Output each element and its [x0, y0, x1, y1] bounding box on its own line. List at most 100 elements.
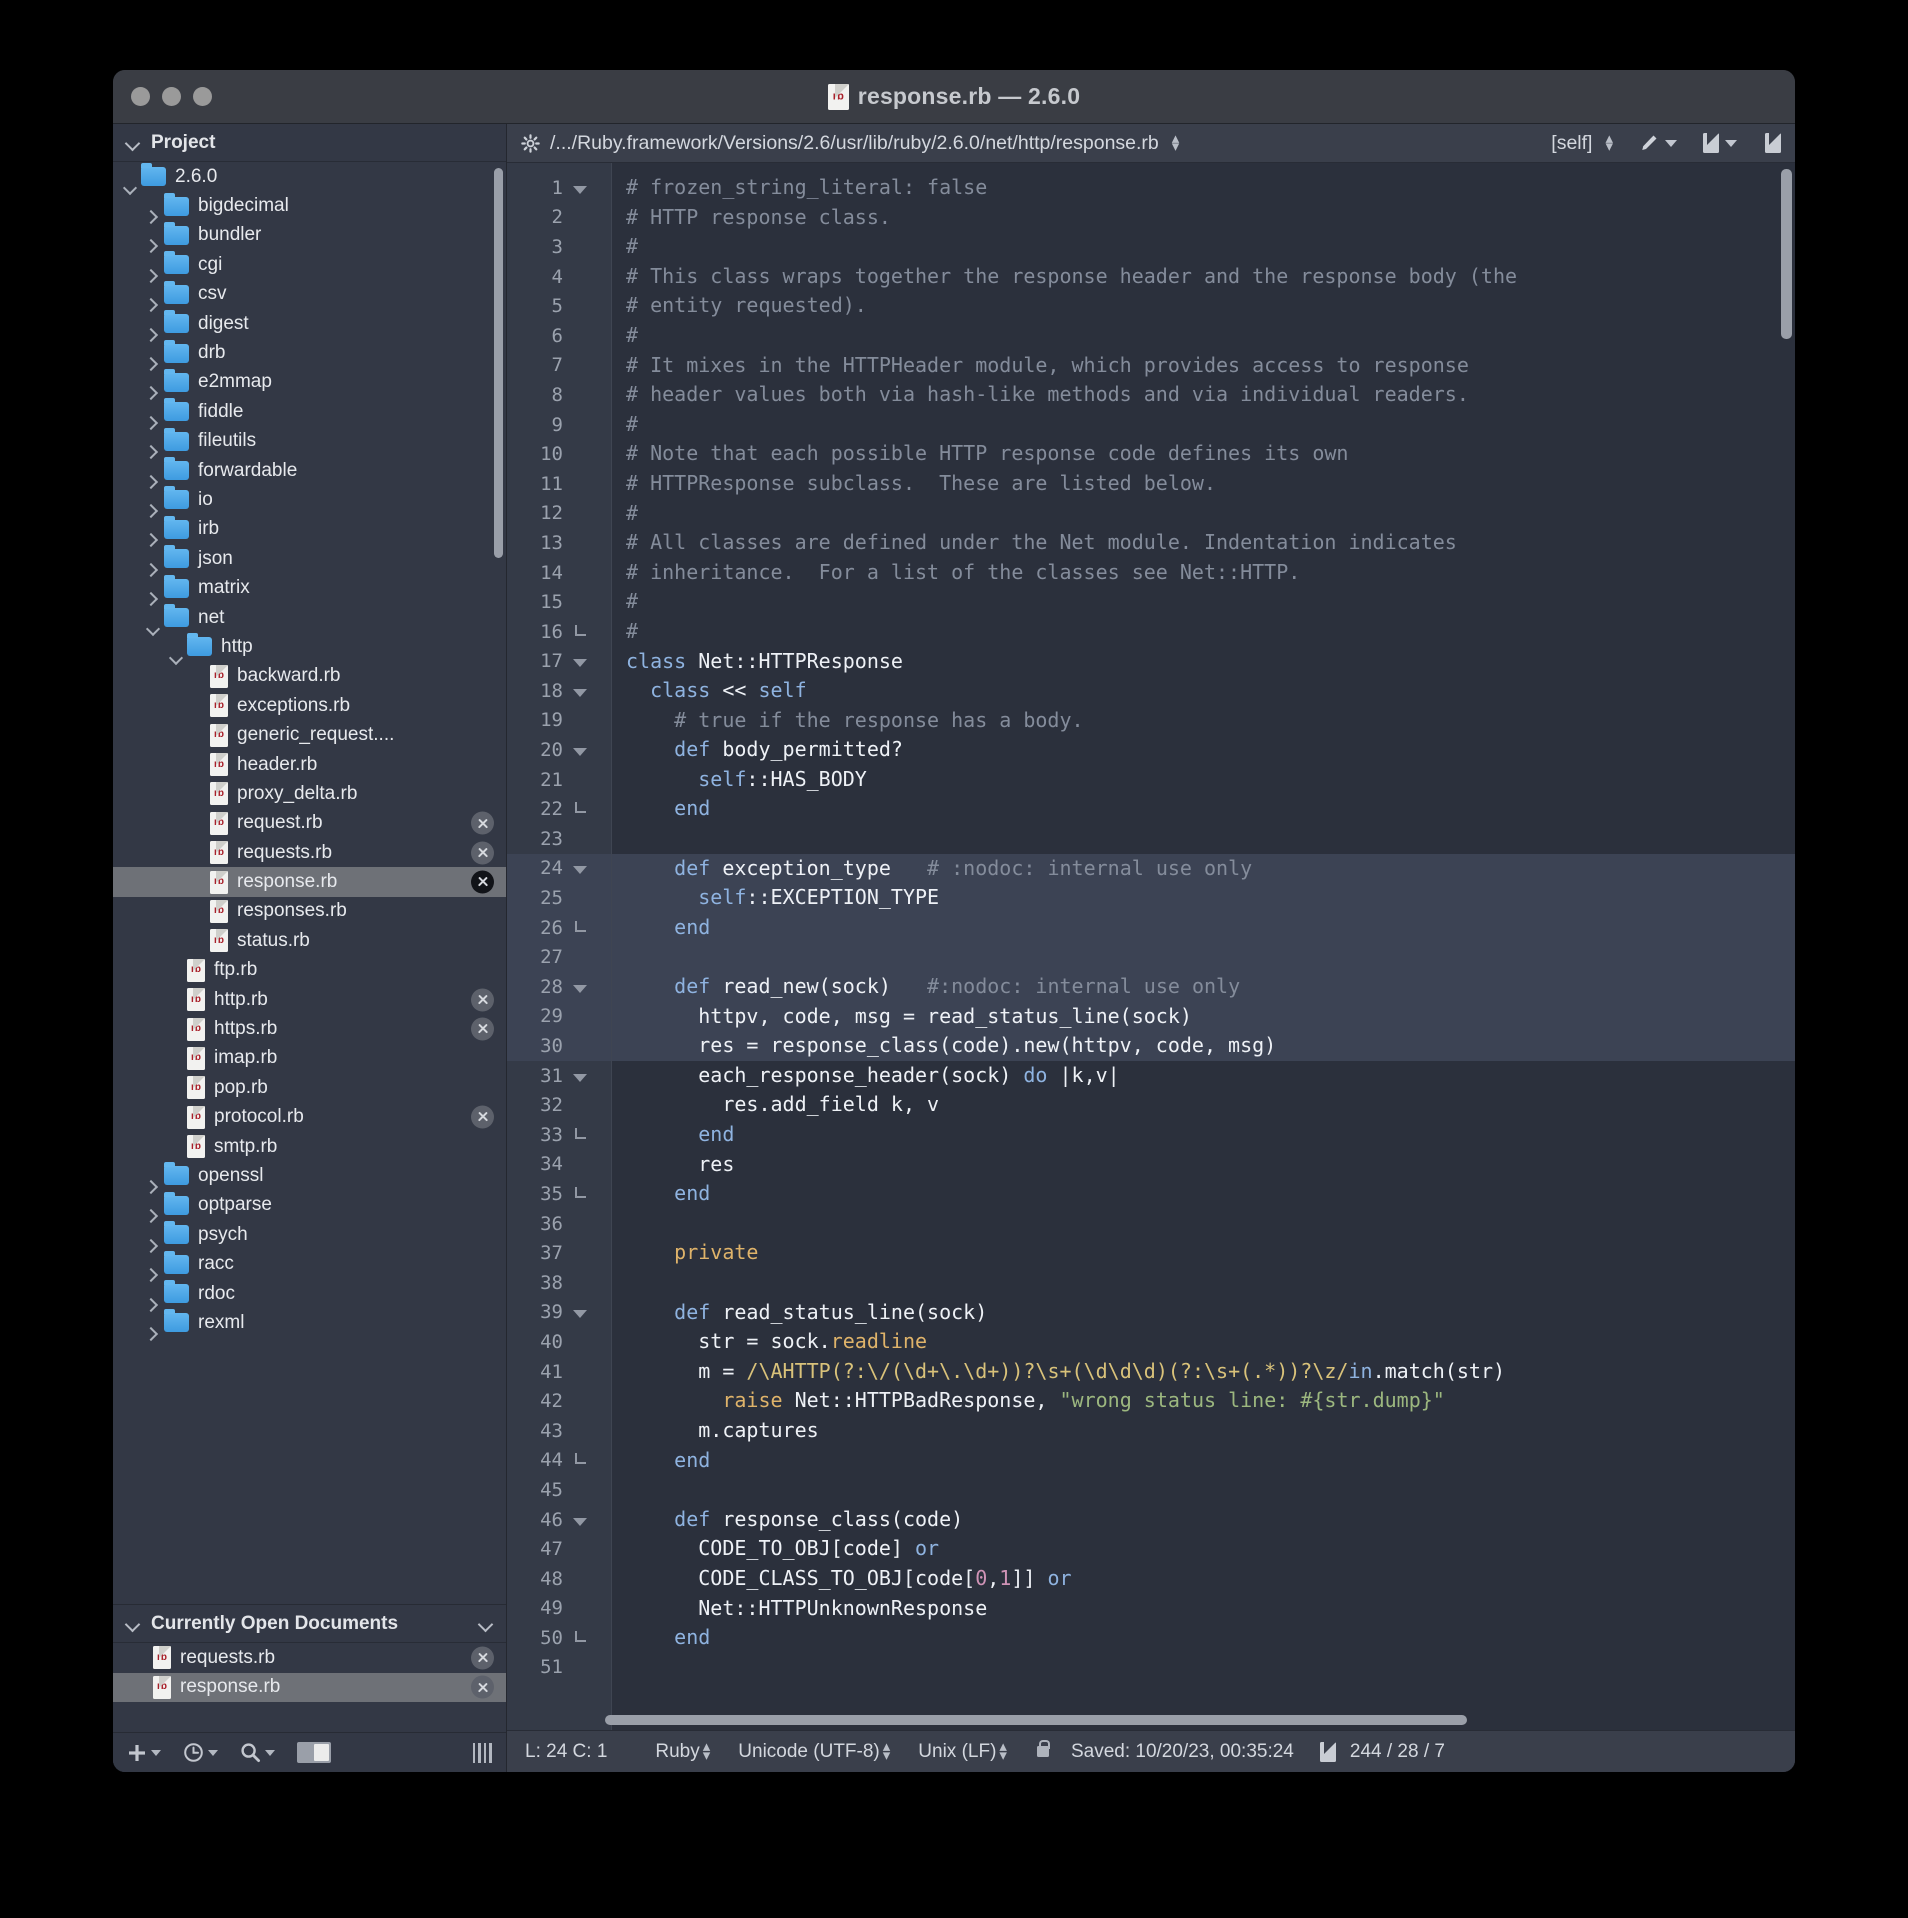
symbol-stepper-icon[interactable]: ▴ ▾ [1605, 131, 1613, 155]
gutter-line[interactable]: 40 [507, 1327, 611, 1357]
code-line[interactable]: # HTTPResponse subclass. These are liste… [612, 469, 1795, 499]
tree-folder-row[interactable]: digest [113, 309, 506, 338]
code-line[interactable]: # [612, 587, 1795, 617]
gutter-line[interactable]: 24 [507, 853, 611, 884]
tree-folder-row[interactable]: fileutils [113, 427, 506, 456]
project-panel-header[interactable]: Project [113, 124, 506, 162]
code-line[interactable]: CODE_CLASS_TO_OBJ[code[0,1]] or [612, 1564, 1795, 1594]
code-line[interactable]: class << self [612, 676, 1795, 706]
gutter-line[interactable]: 41 [507, 1357, 611, 1387]
code-line[interactable]: end [612, 1120, 1795, 1150]
tree-folder-row[interactable]: bigdecimal [113, 191, 506, 220]
tree-folder-row[interactable]: http [113, 632, 506, 661]
gutter-line[interactable]: 9 [507, 410, 611, 440]
code-line[interactable]: self::EXCEPTION_TYPE [612, 883, 1795, 913]
edit-mode-button[interactable] [1639, 133, 1677, 153]
gutter-line[interactable]: 47 [507, 1534, 611, 1564]
tree-folder-row[interactable]: drb [113, 338, 506, 367]
path-stepper-icon[interactable]: ▴ ▾ [1172, 131, 1180, 155]
open-document-row[interactable]: rb response.rb [113, 1672, 506, 1702]
gutter-line[interactable]: 30 [507, 1031, 611, 1061]
code-line[interactable]: # header values both via hash-like metho… [612, 380, 1795, 410]
gutter-line[interactable]: 10 [507, 439, 611, 469]
code-line[interactable]: # This class wraps together the response… [612, 262, 1795, 292]
code-line[interactable]: def read_status_line(sock) [612, 1298, 1795, 1328]
gutter-line[interactable]: 16 [507, 617, 611, 647]
code-line[interactable]: # [612, 617, 1795, 647]
symbol-scope-label[interactable]: [self] [1551, 132, 1592, 155]
gutter-line[interactable]: 2 [507, 203, 611, 233]
close-document-icon[interactable] [471, 811, 494, 835]
code-line[interactable]: res = response_class(code).new(httpv, co… [612, 1031, 1795, 1061]
line-number-gutter[interactable]: 1 2 3 4 5 6 7 8 9 10 11 12 13 14 15 16 17 18 19 20 21 22 23 24 2… [507, 163, 612, 1730]
tree-folder-row[interactable]: racc [113, 1249, 506, 1278]
gutter-line[interactable]: 27 [507, 942, 611, 973]
code-line[interactable]: # frozen_string_literal: false [612, 173, 1795, 203]
tree-file-row[interactable]: rb http.rb [113, 985, 506, 1014]
fold-toggle-icon[interactable] [563, 739, 597, 761]
fold-toggle-icon[interactable] [563, 1065, 597, 1087]
gutter-line[interactable]: 19 [507, 706, 611, 736]
tree-folder-row[interactable]: e2mmap [113, 368, 506, 397]
gutter-line[interactable]: 7 [507, 351, 611, 381]
code-line[interactable]: raise Net::HTTPBadResponse, "wrong statu… [612, 1386, 1795, 1416]
code-line[interactable]: end [612, 1179, 1795, 1209]
code-line[interactable]: CODE_TO_OBJ[code] or [612, 1534, 1795, 1564]
code-line[interactable]: class Net::HTTPResponse [612, 647, 1795, 677]
tree-file-row[interactable]: rb ftp.rb [113, 956, 506, 985]
gutter-line[interactable]: 14 [507, 558, 611, 588]
tree-folder-row[interactable]: rexml [113, 1308, 506, 1337]
code-line[interactable]: # HTTP response class. [612, 203, 1795, 233]
gutter-line[interactable]: 17 [507, 647, 611, 677]
code-area[interactable]: 1 2 3 4 5 6 7 8 9 10 11 12 13 14 15 16 17 18 19 20 21 22 23 24 2… [507, 163, 1795, 1730]
encoding-selector[interactable]: Unicode (UTF-8) [738, 1741, 879, 1763]
gutter-line[interactable]: 18 [507, 676, 611, 706]
open-documents-header[interactable]: Currently Open Documents [113, 1605, 506, 1644]
gutter-line[interactable]: 33 [507, 1120, 611, 1150]
tree-folder-row[interactable]: optparse [113, 1191, 506, 1220]
close-document-icon[interactable] [471, 870, 494, 894]
code-line[interactable]: # [612, 321, 1795, 351]
resize-grip-icon[interactable] [472, 1742, 492, 1763]
new-document-icon[interactable] [1765, 133, 1781, 153]
fold-end-icon[interactable] [563, 1183, 597, 1205]
gutter-line[interactable]: 25 [507, 883, 611, 913]
gutter-line[interactable]: 37 [507, 1238, 611, 1268]
tree-folder-row[interactable]: csv [113, 280, 506, 309]
gutter-line[interactable]: 51 [507, 1653, 611, 1683]
chevron-down-icon-right[interactable] [478, 1616, 494, 1632]
minimize-button[interactable] [162, 87, 181, 106]
close-document-icon[interactable] [471, 988, 494, 1012]
open-documents-list[interactable]: rb requests.rb rb response.rb [113, 1643, 506, 1702]
file-path-label[interactable]: /.../Ruby.framework/Versions/2.6/usr/lib… [550, 132, 1159, 155]
encoding-stepper-icon[interactable]: ▴ ▾ [883, 1739, 891, 1763]
fold-toggle-icon[interactable] [563, 1301, 597, 1323]
close-document-icon[interactable] [471, 841, 494, 865]
tree-file-row[interactable]: rb header.rb [113, 750, 506, 779]
add-button[interactable] [127, 1743, 161, 1763]
gutter-line[interactable]: 46 [507, 1505, 611, 1535]
code-line[interactable]: # inheritance. For a list of the classes… [612, 558, 1795, 588]
gutter-line[interactable]: 21 [507, 765, 611, 795]
gutter-line[interactable]: 29 [507, 1001, 611, 1032]
gutter-line[interactable]: 28 [507, 972, 611, 1002]
gutter-line[interactable]: 6 [507, 321, 611, 351]
fold-toggle-icon[interactable] [563, 857, 597, 879]
gutter-line[interactable]: 12 [507, 499, 611, 529]
gutter-line[interactable]: 26 [507, 912, 611, 943]
language-selector[interactable]: Ruby [655, 1741, 699, 1763]
tree-file-row[interactable]: rb smtp.rb [113, 1132, 506, 1161]
lock-icon[interactable] [1036, 1740, 1051, 1757]
editor-vertical-scrollbar-thumb[interactable] [1781, 169, 1792, 339]
tree-folder-row[interactable]: json [113, 544, 506, 573]
tree-folder-row[interactable]: irb [113, 515, 506, 544]
tree-folder-row[interactable]: matrix [113, 573, 506, 602]
code-line[interactable]: # [612, 410, 1795, 440]
code-line[interactable]: m = /\AHTTP(?:\/(\d+\.\d+))?\s+(\d\d\d)(… [612, 1357, 1795, 1387]
code-line[interactable]: res [612, 1150, 1795, 1180]
tree-folder-row[interactable]: rdoc [113, 1279, 506, 1308]
recents-button[interactable] [183, 1742, 218, 1763]
gutter-line[interactable]: 8 [507, 380, 611, 410]
gutter-line[interactable]: 20 [507, 735, 611, 765]
fold-end-icon[interactable] [563, 1124, 597, 1146]
